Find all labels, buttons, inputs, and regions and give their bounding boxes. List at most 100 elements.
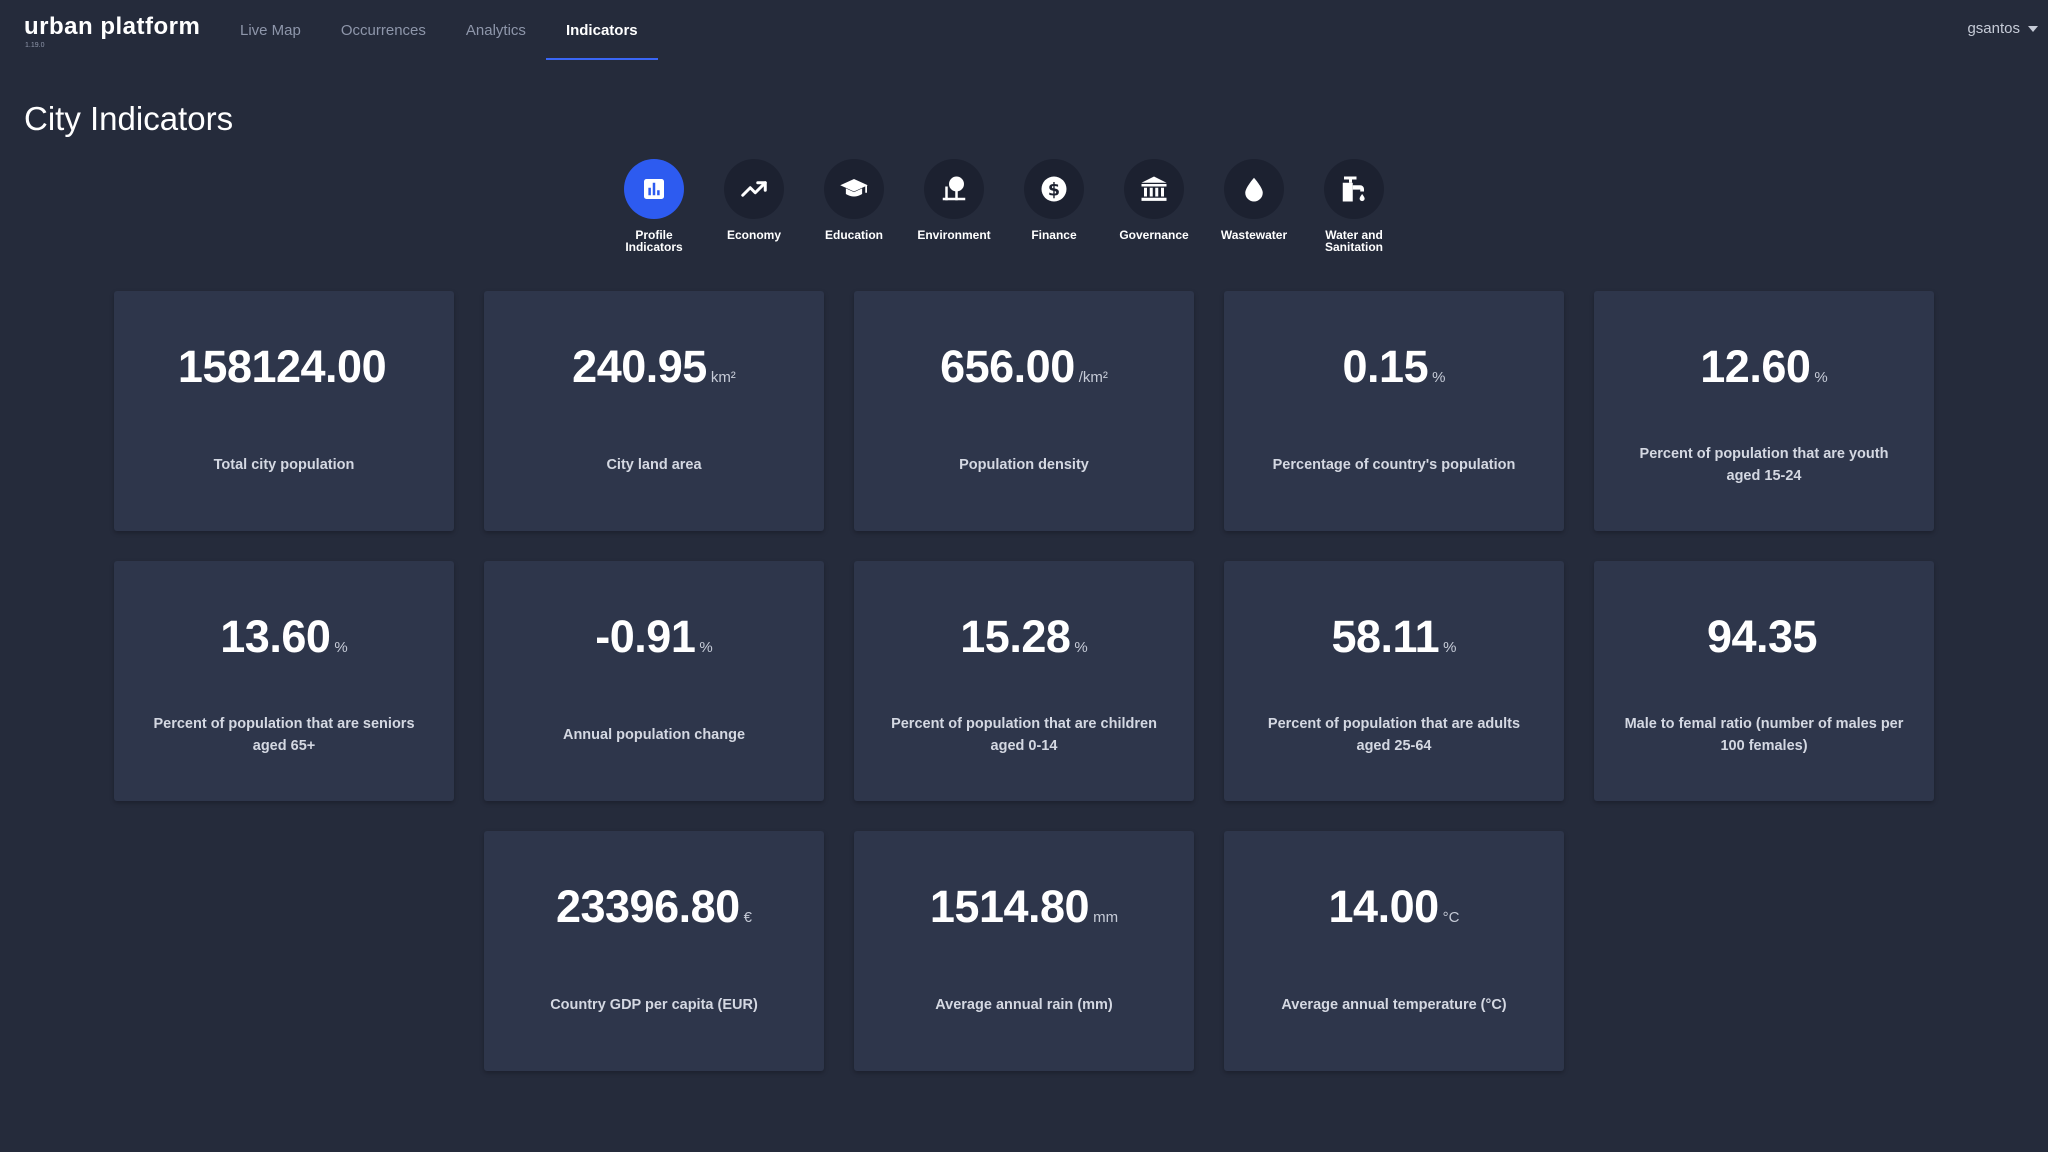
category-icon-circle: [924, 159, 984, 219]
top-navigation-bar: urban platform 1.19.0 Live Map Occurrenc…: [0, 0, 2048, 60]
category-economy[interactable]: Economy: [704, 159, 804, 253]
indicator-value-row: 0.15%: [1224, 341, 1564, 393]
category-icon-circle: [1324, 159, 1384, 219]
indicator-card[interactable]: 15.28% Percent of population that are ch…: [854, 561, 1194, 801]
category-water-and-sanitation[interactable]: Water and Sanitation: [1304, 159, 1404, 253]
indicator-value-row: 1514.80 mm: [854, 881, 1194, 933]
indicator-label: Total city population: [213, 457, 355, 473]
category-label: Economy: [726, 228, 781, 242]
indicator-card[interactable]: 240.95 km² City land area: [484, 291, 824, 531]
category-label: Water and Sanitation: [1324, 228, 1383, 254]
indicator-card[interactable]: 1514.80 mm Average annual rain (mm): [854, 831, 1194, 1071]
category-icon-circle: [724, 159, 784, 219]
category-wastewater[interactable]: Wastewater: [1204, 159, 1304, 253]
trending-up-icon: [741, 181, 767, 197]
category-icon-circle: [1224, 159, 1284, 219]
indicator-value-row: -0.91%: [484, 611, 824, 663]
chevron-down-icon: [2028, 25, 2038, 32]
indicator-value: 240.95: [572, 341, 707, 392]
indicator-card[interactable]: 58.11% Percent of population that are ad…: [1224, 561, 1564, 801]
category-icon-circle: [824, 159, 884, 219]
category-label: Profile Indicators: [625, 228, 683, 254]
indicator-card[interactable]: 656.00/km² Population density: [854, 291, 1194, 531]
indicator-label: Percent of population that are youth age…: [1639, 446, 1889, 484]
indicator-value-row: 58.11%: [1224, 611, 1564, 663]
indicator-label: City land area: [606, 457, 702, 473]
tab-analytics[interactable]: Analytics: [446, 0, 546, 60]
indicator-unit: /km²: [1078, 369, 1108, 386]
tab-occurrences[interactable]: Occurrences: [321, 0, 446, 60]
indicator-value: 58.11: [1331, 611, 1440, 662]
indicator-label: Percentage of country's population: [1272, 457, 1516, 473]
indicator-value-row: 240.95 km²: [484, 341, 824, 393]
indicator-value: 12.60: [1700, 341, 1811, 392]
indicator-card[interactable]: 0.15% Percentage of country's population: [1224, 291, 1564, 531]
water-drop-icon: [1245, 177, 1263, 202]
app-version: 1.19.0: [25, 42, 45, 49]
indicator-card[interactable]: 94.35 Male to femal ratio (number of mal…: [1594, 561, 1934, 801]
indicator-label: Average annual temperature (°C): [1281, 997, 1507, 1013]
bar-chart-icon: [644, 179, 664, 199]
graduation-cap-icon: [840, 179, 868, 197]
category-environment[interactable]: Environment: [904, 159, 1004, 253]
indicator-value: 13.60: [220, 611, 331, 662]
indicator-label: Percent of population that are seniors a…: [153, 716, 415, 754]
indicator-unit: %: [334, 639, 348, 656]
tab-live-map[interactable]: Live Map: [220, 0, 321, 60]
indicator-unit: %: [1443, 639, 1457, 656]
indicator-label: Male to femal ratio (number of males per…: [1624, 716, 1904, 754]
category-finance[interactable]: $ Finance: [1004, 159, 1104, 253]
category-label: Wastewater: [1220, 228, 1288, 242]
main-nav: Live Map Occurrences Analytics Indicator…: [220, 0, 658, 60]
indicator-unit: °C: [1442, 909, 1460, 926]
indicator-value: 158124.00: [177, 341, 387, 392]
category-label: Education: [824, 228, 883, 242]
category-profile-indicators[interactable]: Profile Indicators: [604, 159, 704, 253]
indicator-value: 1514.80: [929, 881, 1090, 932]
indicator-value-row: 12.60%: [1594, 341, 1934, 393]
indicator-card[interactable]: 23396.80 € Country GDP per capita (EUR): [484, 831, 824, 1071]
username: gsantos: [1967, 20, 2020, 37]
indicator-label: Annual population change: [562, 727, 746, 743]
indicator-unit: %: [1432, 369, 1446, 386]
indicator-label: Percent of population that are adults ag…: [1267, 716, 1521, 754]
user-menu[interactable]: gsantos: [1967, 20, 2038, 37]
category-selector: Profile Indicators Economy Education Env…: [604, 159, 1404, 253]
brand-name: urban platform: [24, 13, 201, 40]
tab-indicators[interactable]: Indicators: [545, 0, 658, 60]
category-label: Finance: [1031, 228, 1077, 242]
category-label: Environment: [917, 228, 991, 242]
indicator-unit: %: [1074, 639, 1088, 656]
indicator-value: 14.00: [1328, 881, 1440, 932]
brand-logo[interactable]: urban platform 1.19.0: [24, 13, 201, 50]
tree-icon: [942, 176, 966, 201]
category-icon-circle: [624, 159, 684, 219]
page-title: City Indicators: [24, 100, 234, 137]
category-label: Governance: [1119, 228, 1189, 242]
indicator-label: Average annual rain (mm): [935, 997, 1113, 1013]
indicator-card[interactable]: 13.60% Percent of population that are se…: [114, 561, 454, 801]
indicator-card[interactable]: 158124.00 Total city population: [114, 291, 454, 531]
indicator-value: 15.28: [960, 611, 1071, 662]
indicator-value: -0.91: [595, 611, 696, 662]
dollar-icon: $: [1041, 176, 1067, 202]
indicator-card[interactable]: 12.60% Percent of population that are yo…: [1594, 291, 1934, 531]
indicator-value: 0.15: [1342, 341, 1429, 392]
indicator-value-row: 656.00/km²: [854, 341, 1194, 393]
indicator-value: 23396.80: [555, 881, 740, 932]
indicator-card[interactable]: -0.91% Annual population change: [484, 561, 824, 801]
indicator-unit: €: [743, 909, 753, 926]
indicator-value-row: 158124.00: [114, 341, 454, 393]
faucet-icon: [1342, 176, 1365, 202]
indicator-card[interactable]: 14.00 °C Average annual temperature (°C): [1224, 831, 1564, 1071]
indicator-label: Population density: [959, 457, 1089, 473]
category-education[interactable]: Education: [804, 159, 904, 253]
indicator-value: 94.35: [1706, 611, 1818, 662]
indicator-value-row: 94.35: [1594, 611, 1934, 663]
category-icon-circle: $: [1024, 159, 1084, 219]
indicator-value-row: 23396.80 €: [484, 881, 824, 933]
institution-icon: [1141, 176, 1167, 201]
indicator-value-row: 14.00 °C: [1224, 881, 1564, 933]
category-governance[interactable]: Governance: [1104, 159, 1204, 253]
indicator-label: Country GDP per capita (EUR): [550, 997, 758, 1013]
